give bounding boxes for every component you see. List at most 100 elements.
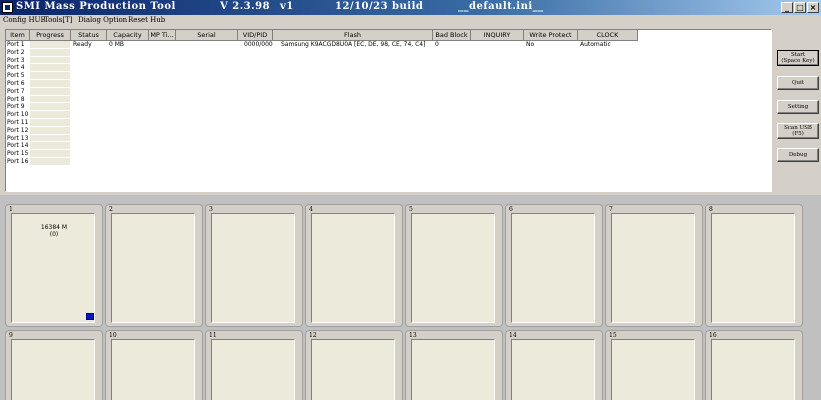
column-header[interactable]: Item	[6, 30, 30, 41]
column-header[interactable]: Write Protect	[524, 30, 578, 41]
table-row[interactable]: Port 14	[6, 142, 771, 151]
quit-button[interactable]: Quit	[777, 76, 819, 90]
cell-item: Port 12	[7, 126, 29, 134]
port-panel[interactable]: 13	[405, 330, 503, 400]
port-panels: 1 16384 M (0) 2 3 4 5 6 7 8 9 10 11 12 13 14 15 16	[0, 195, 821, 400]
port-number: 13	[409, 332, 417, 339]
column-header[interactable]: CLOCK	[578, 30, 638, 41]
port-display	[411, 339, 495, 400]
port-panel[interactable]: 8	[705, 204, 803, 327]
port-display: 16384 M (0)	[11, 213, 95, 323]
port-panel[interactable]: 14	[505, 330, 603, 400]
column-header[interactable]: INQUIRY	[471, 30, 524, 41]
column-header[interactable]: VID/PID	[238, 30, 273, 41]
build-label: 12/10/23 build	[335, 1, 424, 12]
port-panel[interactable]: 10	[105, 330, 203, 400]
table-row[interactable]: Port 8	[6, 95, 771, 104]
table-row[interactable]: Port 10	[6, 111, 771, 119]
table-row[interactable]: Port 15	[6, 150, 771, 158]
table-row[interactable]: Port 16	[6, 158, 771, 166]
port-number: 15	[609, 332, 617, 339]
column-header[interactable]: Serial	[176, 30, 238, 41]
progress-cell	[30, 64, 70, 73]
port-number: 6	[509, 206, 513, 213]
cell-clock: Automatic	[580, 41, 611, 48]
port-panel[interactable]: 6	[505, 204, 603, 327]
setting-button[interactable]: Setting	[777, 100, 819, 114]
progress-cell	[30, 126, 70, 135]
port-panel[interactable]: 2	[105, 204, 203, 327]
cell-item: Port 3	[7, 56, 25, 64]
cell-item: Port 9	[7, 103, 25, 111]
table-row[interactable]: Port 13	[6, 134, 771, 143]
port-capacity-value: 16384 M	[40, 224, 68, 231]
port-panel[interactable]: 11	[205, 330, 303, 400]
port-panel[interactable]: 3	[205, 204, 303, 327]
debug-button[interactable]: Debug	[777, 148, 819, 162]
progress-cell	[30, 95, 70, 104]
table-row[interactable]: Port 4	[6, 64, 771, 73]
title-bar[interactable]: SMI Mass Production Tool V 2.3.98 v1 12/…	[0, 0, 821, 15]
port-display	[511, 213, 595, 323]
menu-reset-hub[interactable]: Reset Hub	[128, 16, 165, 24]
close-button[interactable]: ×	[807, 2, 819, 13]
menu-dialog-option[interactable]: Dialog Option	[78, 16, 127, 24]
progress-cell	[30, 56, 70, 65]
table-row[interactable]: Port 6	[6, 80, 771, 88]
column-header[interactable]: Flash	[273, 30, 433, 41]
app-icon[interactable]	[2, 2, 13, 13]
column-header[interactable]: Progress	[30, 30, 71, 41]
progress-cell	[30, 87, 70, 96]
port-number: 4	[309, 206, 313, 213]
port-number: 3	[209, 206, 213, 213]
port-number: 9	[9, 332, 13, 339]
cell-capacity: 0 MB	[109, 41, 125, 48]
cell-vidpid: 0000/0000	[244, 41, 273, 48]
table-row[interactable]: Port 7	[6, 87, 771, 96]
column-header[interactable]: Bad Block	[433, 30, 471, 41]
maximize-button[interactable]: □	[794, 2, 806, 13]
cell-item: Port 10	[7, 111, 29, 119]
minimize-button[interactable]: _	[781, 2, 793, 13]
port-panel[interactable]: 15	[605, 330, 703, 400]
table-row[interactable]: Port 3	[6, 56, 771, 65]
table-row[interactable]: Port 12	[6, 126, 771, 135]
port-panel[interactable]: 7	[605, 204, 703, 327]
cell-item: Port 16	[7, 158, 29, 165]
port-panel[interactable]: 4	[305, 204, 403, 327]
port-table[interactable]: Item Progress Status Capacity MP Ti... Serial…	[5, 29, 772, 192]
scan-usb-button[interactable]: Scan USB (F5)	[777, 123, 819, 139]
menu-tools[interactable]: Tools[T]	[44, 16, 73, 24]
status-led-icon	[86, 313, 94, 320]
table-row[interactable]: Port 5	[6, 72, 771, 80]
table-row[interactable]: Port 1 Ready 0 MB 0000/0000 Samsung K9ACGD8U…	[6, 41, 771, 49]
table-row[interactable]: Port 11	[6, 119, 771, 127]
cell-item: Port 5	[7, 72, 25, 80]
port-display	[111, 213, 195, 323]
progress-cell	[30, 103, 70, 112]
port-display	[311, 213, 395, 323]
port-number: 2	[109, 206, 113, 213]
cell-item: Port 7	[7, 87, 25, 95]
port-number: 10	[109, 332, 117, 339]
start-button[interactable]: Start (Space Key)	[777, 50, 819, 66]
menu-config-hub[interactable]: Config HUB	[3, 16, 46, 24]
port-panel[interactable]: 12	[305, 330, 403, 400]
port-panel[interactable]: 16	[705, 330, 803, 400]
port-number: 1	[9, 206, 13, 213]
table-row[interactable]: Port 9	[6, 103, 771, 112]
column-header[interactable]: MP Ti...	[149, 30, 176, 41]
port-display	[211, 213, 295, 323]
progress-cell	[30, 41, 70, 49]
port-panel[interactable]: 9	[5, 330, 103, 400]
column-header[interactable]: Capacity	[107, 30, 149, 41]
port-panel[interactable]: 5	[405, 204, 503, 327]
port-panel[interactable]: 1 16384 M (0)	[5, 204, 103, 327]
variant-label: v1	[280, 1, 294, 12]
port-number: 8	[709, 206, 713, 213]
progress-cell	[30, 48, 70, 57]
table-row[interactable]: Port 2	[6, 48, 771, 57]
column-header[interactable]: Status	[71, 30, 107, 41]
window-title: SMI Mass Production Tool	[16, 1, 176, 12]
port-display	[711, 339, 795, 400]
